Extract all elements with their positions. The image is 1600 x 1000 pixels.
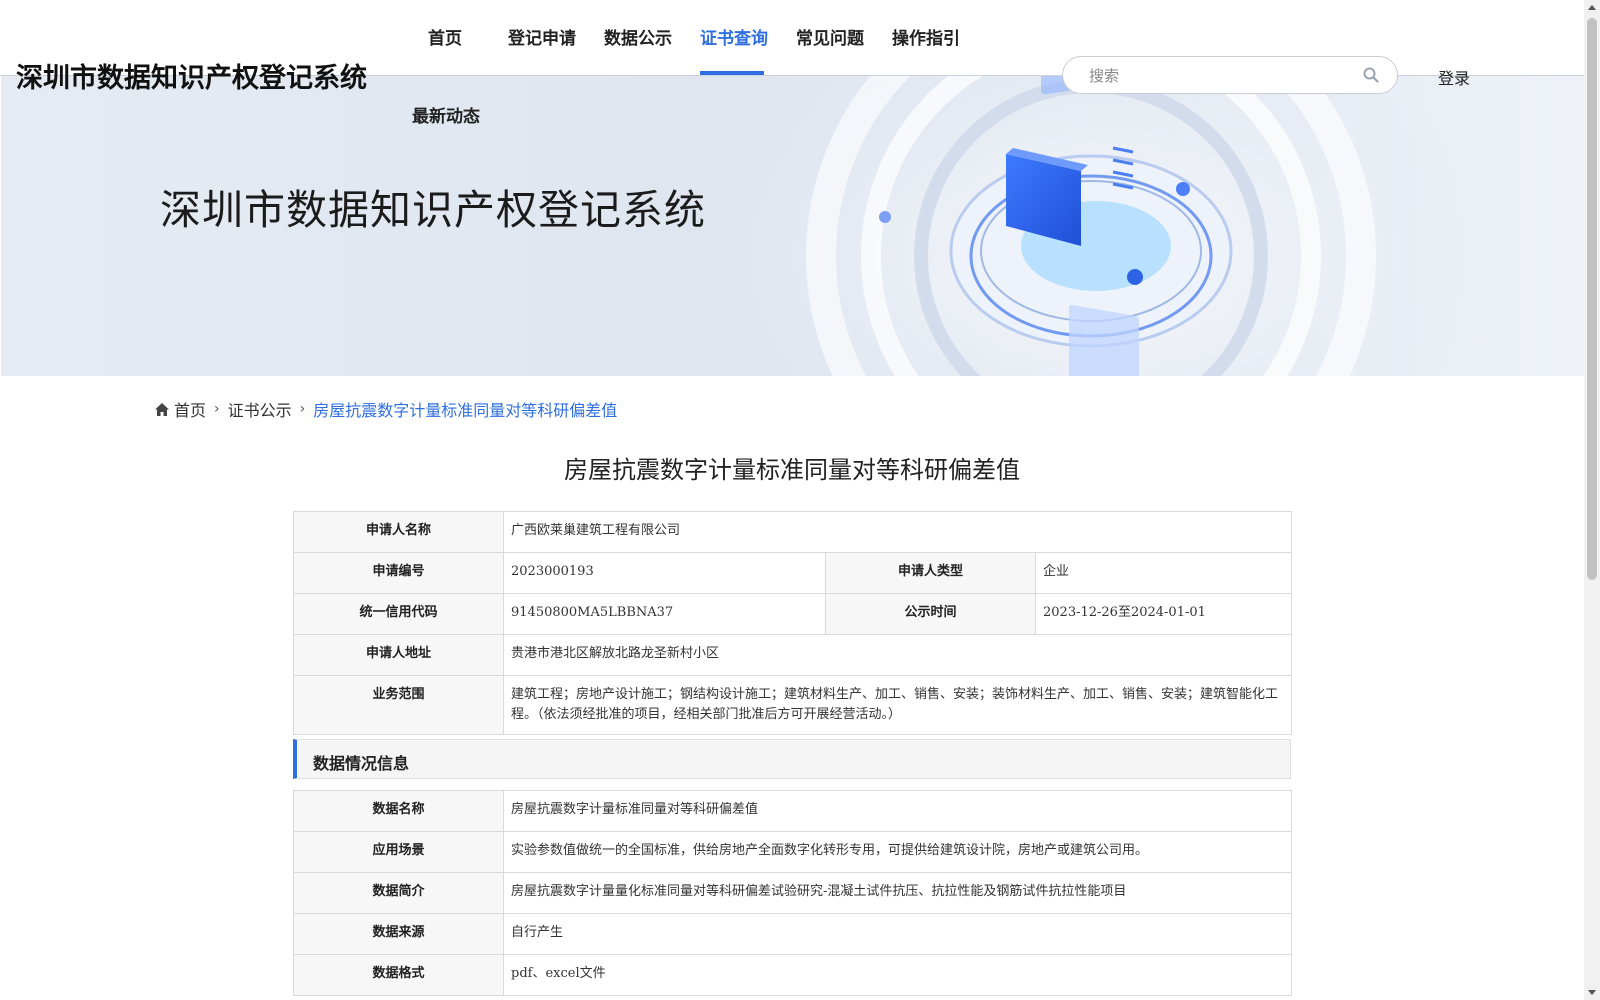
scrollbar-thumb[interactable] [1587, 18, 1597, 580]
nav-faq[interactable]: 常见问题 [796, 24, 864, 49]
credit-code-label: 统一信用代码 [293, 593, 504, 635]
data-summary-value: 房屋抗震数字计量量化标准同量对等科研偏差试验研究-混凝土试件抗压、抗拉性能及钢筋… [503, 872, 1292, 914]
data-info-table: 数据名称 房屋抗震数字计量标准同量对等科研偏差值 应用场景 实验参数值做统一的全… [293, 790, 1292, 996]
breadcrumb-current: 房屋抗震数字计量标准同量对等科研偏差值 [313, 401, 618, 420]
applicant-address-label: 申请人地址 [293, 634, 504, 676]
search-icon[interactable] [1363, 67, 1379, 83]
banner-title: 深圳市数据知识产权登记系统 [160, 186, 706, 234]
nav-registration[interactable]: 登记申请 [508, 24, 576, 49]
applicant-info-table: 申请人名称 广西欧莱巢建筑工程有限公司 申请编号 2023000193 申请人类… [293, 511, 1293, 735]
table-row: 统一信用代码 91450800MA5LBBNA37 公示时间 2023-12-2… [293, 593, 1293, 635]
nav-home[interactable]: 首页 [428, 24, 462, 49]
home-icon [155, 402, 169, 416]
vertical-scrollbar[interactable] [1584, 0, 1600, 1000]
application-scenario-label: 应用场景 [293, 831, 504, 873]
scroll-up-arrow-icon[interactable] [1588, 5, 1596, 10]
breadcrumb-home[interactable]: 首页 [174, 397, 206, 421]
table-row: 申请人名称 广西欧莱巢建筑工程有限公司 [293, 511, 1293, 553]
login-link[interactable]: 登录 [1438, 65, 1470, 89]
chevron-right-icon: › [214, 401, 220, 417]
table-row: 申请编号 2023000193 申请人类型 企业 [293, 552, 1293, 594]
table-row: 数据简介 房屋抗震数字计量量化标准同量对等科研偏差试验研究-混凝土试件抗压、抗拉… [293, 872, 1292, 914]
applicant-type-value: 企业 [1034, 552, 1293, 594]
table-row: 数据来源 自行产生 [293, 913, 1292, 955]
detail-title: 房屋抗震数字计量标准同量对等科研偏差值 [564, 456, 1020, 484]
publicity-period-value: 2023-12-26至2024-01-01 [1034, 593, 1293, 635]
scroll-down-arrow-icon[interactable] [1588, 990, 1596, 995]
nav-news[interactable]: 最新动态 [412, 102, 480, 127]
applicant-type-label: 申请人类型 [825, 552, 1036, 594]
table-row: 数据名称 房屋抗震数字计量标准同量对等科研偏差值 [293, 790, 1292, 832]
page: 深圳市数据知识产权登记系统 深圳市数据知识产权登记系统 首页 登记申请 数据公示… [0, 0, 1584, 1000]
data-format-label: 数据格式 [293, 954, 504, 996]
hero-banner: 深圳市数据知识产权登记系统 [1, 76, 1584, 376]
business-scope-label: 业务范围 [293, 675, 504, 735]
credit-code-value: 91450800MA5LBBNA37 [503, 593, 826, 635]
table-row: 应用场景 实验参数值做统一的全国标准，供给房地产全面数字化转形专用，可提供给建筑… [293, 831, 1292, 873]
breadcrumb: 首页 › 证书公示 › 房屋抗震数字计量标准同量对等科研偏差值 [155, 397, 617, 421]
site-title[interactable]: 深圳市数据知识产权登记系统 [16, 56, 367, 95]
table-row: 业务范围 建筑工程；房地产设计施工；钢结构设计施工；建筑材料生产、加工、销售、安… [293, 675, 1293, 735]
application-scenario-value: 实验参数值做统一的全国标准，供给房地产全面数字化转形专用，可提供给建筑设计院，房… [503, 831, 1292, 873]
nav-data-publicity[interactable]: 数据公示 [604, 24, 672, 49]
data-name-value: 房屋抗震数字计量标准同量对等科研偏差值 [503, 790, 1292, 832]
applicant-name-value: 广西欧莱巢建筑工程有限公司 [502, 511, 1293, 553]
data-name-label: 数据名称 [293, 790, 504, 832]
table-row: 数据格式 pdf、excel文件 [293, 954, 1292, 996]
search-box [1062, 56, 1398, 94]
application-number-value: 2023000193 [503, 552, 826, 594]
table-row: 申请人地址 贵港市港北区解放北路龙圣新村小区 [293, 634, 1293, 676]
data-source-value: 自行产生 [503, 913, 1292, 955]
active-nav-indicator [700, 71, 764, 75]
nav-guide[interactable]: 操作指引 [892, 24, 960, 49]
nav-certificate-query[interactable]: 证书查询 [700, 24, 768, 49]
application-number-label: 申请编号 [293, 552, 504, 594]
data-format-value: pdf、excel文件 [503, 954, 1292, 996]
publicity-period-label: 公示时间 [825, 593, 1036, 635]
data-info-section-header: 数据情况信息 [293, 739, 1291, 779]
chevron-right-icon: › [299, 401, 306, 417]
applicant-name-label: 申请人名称 [293, 511, 504, 553]
data-source-label: 数据来源 [293, 913, 504, 955]
applicant-address-value: 贵港市港北区解放北路龙圣新村小区 [502, 634, 1293, 676]
business-scope-value: 建筑工程；房地产设计施工；钢结构设计施工；建筑材料生产、加工、销售、安装；装饰材… [502, 675, 1293, 735]
breadcrumb-certificate-publicity[interactable]: 证书公示 [228, 397, 292, 421]
data-summary-label: 数据简介 [293, 872, 504, 914]
search-input[interactable] [1087, 64, 1351, 88]
